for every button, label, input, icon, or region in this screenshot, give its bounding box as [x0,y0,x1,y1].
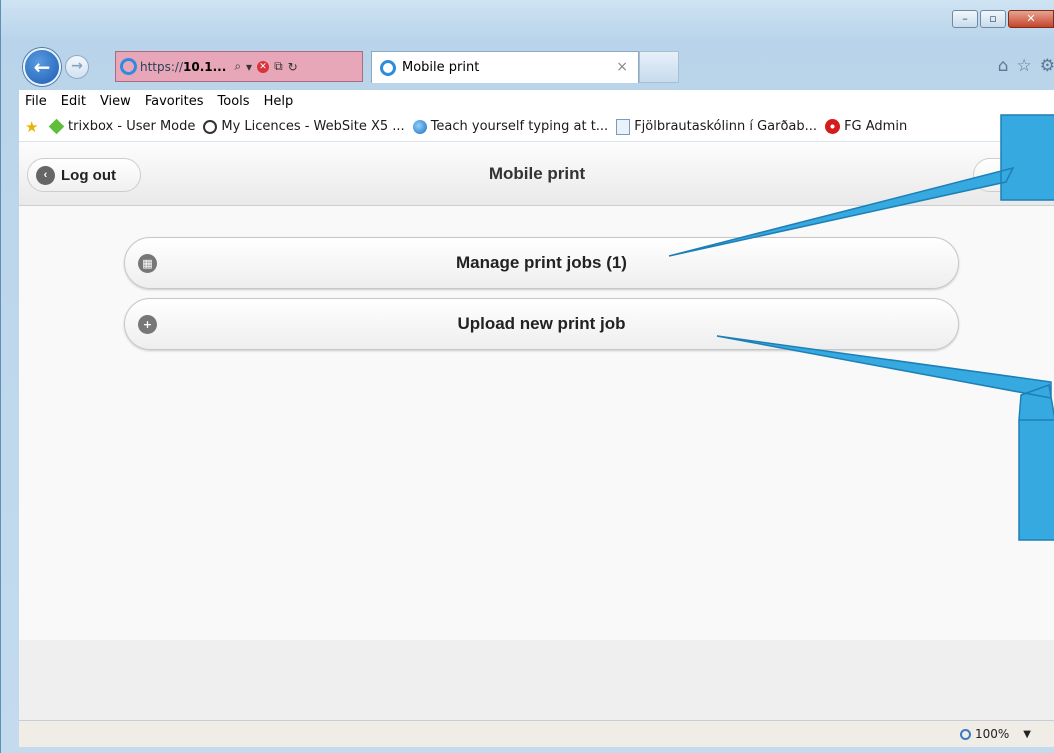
status-bar: 100% ▼ [19,720,1054,747]
grid-icon: ▦ [138,254,157,273]
address-url: https://10.1... [140,60,226,74]
header-right-button[interactable] [973,158,1054,192]
circle-icon [203,119,218,134]
globe-icon [412,119,427,134]
plus-icon: + [138,315,157,334]
chevron-down-icon: ▼ [1023,728,1031,740]
close-icon: ✕ [1026,12,1036,25]
tab-title: Mobile print [402,60,480,75]
upload-print-job-label: Upload new print job [457,314,626,333]
favorite-label: FG Admin [844,119,908,134]
new-tab-button[interactable] [639,51,679,83]
gear-icon[interactable]: ⚙ [1040,56,1054,76]
maximize-button[interactable]: ▫ [980,10,1006,28]
tab-close-icon[interactable]: × [616,59,628,75]
tab-mobile-print[interactable]: Mobile print × [371,51,639,83]
web-page: ‹ Log out Mobile print ▦ Manage print jo… [19,142,1054,720]
minimize-button[interactable]: – [952,10,978,28]
ie-logo-icon [120,58,137,75]
menu-bar: File Edit View Favorites Tools Help [19,90,1054,112]
url-scheme: https:// [140,59,184,74]
menu-edit[interactable]: Edit [59,94,88,109]
menu-help[interactable]: Help [262,94,296,109]
page-footer-area [19,640,1054,720]
toolbar-icons: ⌂ ☆ ⚙ [998,56,1054,76]
favorite-label: Teach yourself typing at t... [430,119,609,134]
zoom-level: 100% [974,727,1010,741]
favorites-star-icon[interactable]: ☆ [1017,56,1032,76]
favorite-link-fg[interactable]: Fjölbrautaskólinn í Garðab... [616,118,818,135]
url-host: 10.1... [183,59,227,74]
zoom-control[interactable]: 100% ▼ [959,727,1031,741]
favorite-label: My Licences - WebSite X5 ... [221,119,405,134]
gear-icon [825,119,841,134]
diamond-icon [48,118,65,135]
arrow-right-icon: → [71,58,83,74]
compatibility-icon[interactable]: ⧉ [274,59,283,74]
favorite-link-typing[interactable]: Teach yourself typing at t... [412,119,609,134]
manage-print-jobs-label: Manage print jobs (1) [456,253,627,272]
ie-favicon-icon [380,59,396,76]
refresh-icon[interactable]: ↻ [288,60,298,74]
favorite-label: trixbox - User Mode [68,119,196,134]
menu-view[interactable]: View [98,94,133,109]
add-favorites-icon[interactable]: ★ [25,119,41,134]
forward-button[interactable]: → [65,55,89,79]
home-icon[interactable]: ⌂ [998,56,1009,76]
page-title: Mobile print [488,164,586,183]
menu-tools[interactable]: Tools [216,94,252,109]
maximize-icon: ▫ [989,12,997,25]
favorite-link-licences[interactable]: My Licences - WebSite X5 ... [203,119,405,134]
dropdown-icon[interactable]: ▾ [246,60,252,74]
favorite-link-trixbox[interactable]: trixbox - User Mode [48,118,196,135]
favorites-bar: ★ trixbox - User Mode My Licences - WebS… [19,112,1054,142]
favorite-label: Fjölbrautaskólinn í Garðab... [634,119,818,134]
arrow-left-icon: ← [33,55,51,79]
address-bar[interactable]: https://10.1... ⌕ ▾ ✕ ⧉ ↻ [115,51,363,82]
ie-page-icon [616,118,631,135]
window-controls: – ▫ ✕ [952,10,1054,28]
zoom-icon [959,728,971,740]
navigation-row: ← → https://10.1... ⌕ ▾ ✕ ⧉ ↻ Mobile pri… [19,48,1054,88]
address-tools: ⌕ ▾ ✕ ⧉ ↻ [234,59,297,74]
manage-print-jobs-button[interactable]: ▦ Manage print jobs (1) [124,237,959,289]
browser-window: – ▫ ✕ ← → https://10.1... ⌕ ▾ ✕ ⧉ ↻ Mobi… [0,0,1054,753]
upload-print-job-button[interactable]: + Upload new print job [124,298,959,350]
search-icon[interactable]: ⌕ [234,59,241,74]
close-window-button[interactable]: ✕ [1008,10,1054,28]
page-header: ‹ Log out Mobile print [19,142,1054,206]
certificate-error-icon[interactable]: ✕ [257,60,270,73]
menu-favorites[interactable]: Favorites [143,94,206,109]
favorite-link-fg-admin[interactable]: FG Admin [825,119,907,134]
back-button[interactable]: ← [23,48,61,86]
menu-file[interactable]: File [23,94,49,109]
minimize-icon: – [962,12,968,25]
